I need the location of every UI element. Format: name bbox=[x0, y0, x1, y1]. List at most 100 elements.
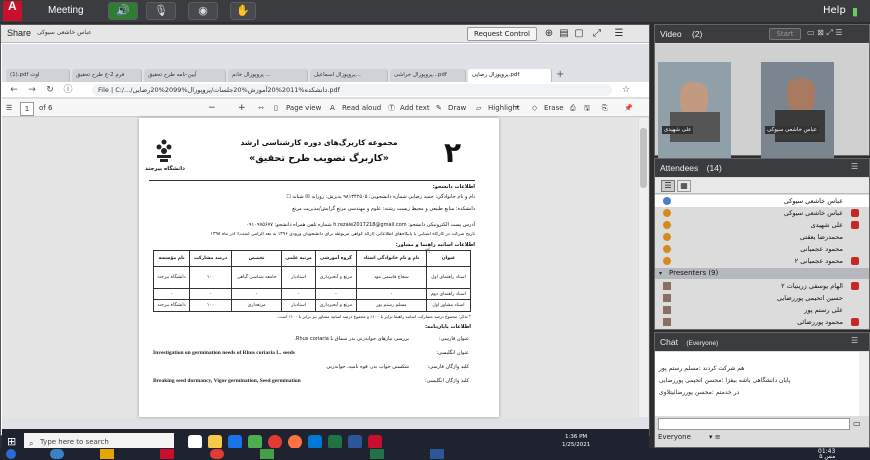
fit-icon[interactable]: ▢ bbox=[573, 28, 585, 40]
title-fa-label: عنوان فارسی: bbox=[438, 336, 469, 342]
list-item[interactable]: عباس خاشعی سیوکی bbox=[655, 207, 869, 219]
folder-icon[interactable] bbox=[100, 449, 114, 459]
list-item[interactable]: علی شهیدی bbox=[655, 219, 869, 231]
media-icon[interactable] bbox=[248, 435, 262, 449]
edge-icon[interactable] bbox=[308, 435, 322, 449]
sync-icon[interactable]: ▤ bbox=[558, 28, 570, 40]
browser-tab[interactable]: آیین-نامه طرح تحقیق bbox=[144, 69, 226, 82]
favorite-star-icon[interactable]: ☆ bbox=[620, 84, 632, 96]
breakout-view-icon[interactable]: ▦ bbox=[677, 180, 691, 192]
chat-target-dropdown[interactable]: Everyone bbox=[658, 433, 691, 441]
task-view-icon[interactable] bbox=[188, 435, 202, 449]
chrome-icon[interactable] bbox=[268, 435, 282, 449]
vertical-scrollbar[interactable] bbox=[638, 118, 648, 417]
chat-title: Chat bbox=[660, 337, 678, 347]
chat-input[interactable] bbox=[658, 418, 850, 430]
chat-menu-icon[interactable]: ☰ bbox=[851, 336, 858, 345]
video-feed[interactable]: علی شهیدی bbox=[658, 62, 731, 160]
highlight-dropdown-icon[interactable]: ▾ bbox=[516, 102, 519, 114]
start-video-button[interactable]: Start bbox=[769, 28, 801, 40]
user-icon bbox=[663, 197, 671, 205]
request-control-button[interactable]: Request Control bbox=[467, 27, 537, 41]
scrollbar-thumb[interactable] bbox=[640, 128, 647, 188]
browser-tab-active[interactable]: پروپوزال رضایی.pdf bbox=[468, 69, 552, 82]
microphone-icon[interactable]: 🎙 bbox=[146, 2, 176, 20]
word-icon[interactable] bbox=[348, 435, 362, 449]
chat-send-icon[interactable]: ▭ bbox=[853, 419, 861, 428]
fit-page-icon[interactable]: ⇿ bbox=[258, 102, 264, 114]
excel-icon[interactable] bbox=[328, 435, 342, 449]
page-number-input[interactable]: 1 bbox=[20, 102, 34, 116]
browser-tab[interactable]: پروپوزال اسماعیل... bbox=[310, 69, 388, 82]
list-item[interactable]: حسین اتحیمی پوررضایی bbox=[655, 292, 869, 304]
list-item[interactable]: محمود عجمیانی bbox=[655, 243, 869, 255]
back-icon[interactable]: ← bbox=[8, 84, 20, 96]
save-as-icon[interactable]: ⎘ bbox=[602, 102, 608, 114]
chat-scrollbar[interactable] bbox=[859, 352, 869, 416]
video-name-label: علی شهیدی bbox=[662, 126, 694, 134]
system-clock[interactable]: 1:36 PM 1/25/2021 bbox=[562, 433, 590, 449]
browser-tab[interactable]: پروپوزال خانم ... bbox=[228, 69, 308, 82]
windows-start-icon[interactable]: ⊞ bbox=[7, 436, 19, 448]
list-item[interactable]: محمدرضا یعقتی bbox=[655, 231, 869, 243]
app-icon[interactable] bbox=[260, 449, 274, 459]
list-item[interactable]: علی رستم پور bbox=[655, 304, 869, 316]
start-orb-icon[interactable] bbox=[6, 449, 16, 459]
video-feed[interactable]: عباس خاشعی سیوکی bbox=[761, 62, 834, 160]
student-line-2: دانشکده: منابع طبیعی و محیط زیست رشته: ع… bbox=[292, 206, 475, 212]
browser-tab[interactable]: فرم 2-ج طرح تحقیق bbox=[72, 69, 142, 82]
new-tab-icon[interactable]: + bbox=[556, 69, 564, 80]
collapse-icon[interactable]: ▾ bbox=[659, 268, 662, 279]
doc-header-sub: «کاربرگ تصویب طرح تحقیق» bbox=[249, 153, 389, 164]
browser-tab[interactable]: پروپوزال خراشی...pdf bbox=[390, 69, 466, 82]
raise-hand-icon[interactable]: ✋ bbox=[230, 2, 256, 20]
list-item[interactable]: الهام یوسفی زرینیات ۲ bbox=[655, 280, 869, 292]
file-explorer-icon[interactable] bbox=[208, 435, 222, 449]
host-name: عباس خاشعی سیوکی bbox=[783, 197, 843, 205]
excel-icon[interactable] bbox=[370, 449, 384, 459]
connect-icon[interactable] bbox=[160, 449, 174, 459]
browser-tab[interactable]: (1).pdf اوت bbox=[6, 69, 70, 82]
host-clock[interactable]: 01:43 مس ۵ bbox=[818, 449, 835, 460]
help-menu[interactable]: Help bbox=[823, 5, 846, 16]
list-view-icon[interactable]: ☰ bbox=[661, 180, 675, 192]
print-icon[interactable]: ⎙ bbox=[570, 102, 576, 114]
save-icon[interactable]: 🖫 bbox=[584, 102, 590, 114]
attendees-menu-icon[interactable]: ☰ bbox=[851, 162, 858, 171]
contents-icon[interactable]: ☰ bbox=[6, 102, 12, 114]
fullscreen-icon[interactable]: ⤢ bbox=[591, 28, 603, 40]
list-item[interactable]: محمود پوررضائی bbox=[655, 316, 869, 328]
zoom-out-button[interactable]: − bbox=[208, 102, 216, 114]
highlight-button[interactable]: Highlight bbox=[488, 102, 520, 114]
draw-button[interactable]: Draw bbox=[448, 102, 466, 114]
pin-icon[interactable]: 📌 bbox=[624, 102, 633, 114]
erase-button[interactable]: Erase bbox=[544, 102, 564, 114]
word-icon[interactable] bbox=[430, 449, 444, 459]
speaker-icon[interactable]: 🔊 bbox=[108, 2, 138, 20]
host-row[interactable]: عباس خاشعی سیوکی bbox=[655, 195, 869, 207]
firefox-icon[interactable] bbox=[288, 435, 302, 449]
zoom-icon[interactable]: ⊕ bbox=[543, 28, 555, 40]
add-text-button[interactable]: Add text bbox=[400, 102, 430, 114]
mail-icon[interactable] bbox=[228, 435, 242, 449]
webcam-icon[interactable]: ◉ bbox=[188, 2, 218, 20]
zoom-in-button[interactable]: + bbox=[238, 102, 246, 114]
refresh-icon[interactable]: ↻ bbox=[44, 84, 56, 96]
forward-icon[interactable]: → bbox=[26, 84, 38, 96]
meeting-menu[interactable]: Meeting bbox=[48, 5, 84, 16]
list-item[interactable]: محمود عجمیانی ۲ bbox=[655, 255, 869, 267]
highlight-icon: ▱ bbox=[476, 104, 482, 112]
ie-icon[interactable] bbox=[50, 449, 64, 459]
table-header: مرتبه علمی bbox=[281, 250, 316, 267]
chat-options-icon[interactable]: ▾ ≡ bbox=[709, 433, 721, 441]
chrome-icon[interactable] bbox=[210, 449, 224, 459]
url-field[interactable]: File | C:/.../دانشکده%2011%20آموزش%20جلس… bbox=[92, 84, 612, 96]
presenters-section[interactable]: Presenters (9) bbox=[655, 268, 869, 279]
pod-options-icon[interactable]: ☰ bbox=[613, 28, 625, 40]
page-view-button[interactable]: Page view bbox=[286, 102, 321, 114]
video-controls-icon[interactable]: ▭ ⊠ ⤢ ☰ bbox=[807, 28, 842, 38]
table-cell: مرتعداری bbox=[231, 299, 283, 312]
adobe-connect-icon[interactable] bbox=[368, 435, 382, 449]
info-icon: ⓘ bbox=[63, 85, 73, 95]
read-aloud-button[interactable]: Read aloud bbox=[342, 102, 381, 114]
